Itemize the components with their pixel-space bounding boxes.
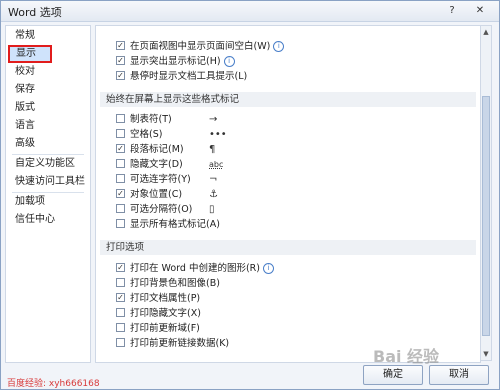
checkbox[interactable] — [116, 278, 125, 287]
option-label: 隐藏文字(D) — [130, 159, 183, 170]
option-label: 对象位置(C) — [130, 189, 183, 200]
sidebar-item-general[interactable]: 常规 — [6, 28, 90, 44]
window-title: Word 选项 — [8, 6, 62, 19]
checkbox[interactable]: ✓ — [116, 71, 125, 80]
option-label: 空格(S) — [130, 129, 163, 140]
option-label: 打印在 Word 中创建的图形(R) — [130, 263, 260, 274]
close-button[interactable]: ✕ — [469, 3, 491, 18]
info-icon: i — [262, 263, 274, 274]
checkbox[interactable] — [116, 129, 125, 138]
checkbox[interactable]: ✓ — [116, 56, 125, 65]
option-label: 悬停时显示文档工具提示(L) — [130, 71, 248, 82]
anchor-icon: ⚓ — [209, 189, 218, 200]
sidebar-item-proofing[interactable]: 校对 — [6, 64, 90, 80]
optional-break-mark-icon: ▯ — [209, 204, 215, 215]
watermark-text: 百度经验: xyh666168 — [7, 379, 100, 389]
sidebar-item-layout[interactable]: 版式 — [6, 100, 90, 116]
space-mark-icon: ••• — [209, 129, 227, 140]
option-label: 打印前更新域(F) — [130, 323, 200, 334]
checkbox[interactable] — [116, 114, 125, 123]
option-label: 段落标记(M) — [130, 144, 184, 155]
option-label: 打印隐藏文字(X) — [130, 308, 201, 319]
scrollbar-thumb[interactable] — [482, 96, 490, 336]
optional-hyphen-mark-icon: ¬ — [209, 174, 218, 185]
sidebar-item-save[interactable]: 保存 — [6, 82, 90, 98]
display-options-panel: ✓ 在页面视图中显示页面间空白(W) i ✓ 显示突出显示标记(H) i ✓ 悬停时… — [95, 25, 481, 363]
option-label: 可选分隔符(O) — [130, 204, 193, 215]
sidebar-item-customize-ribbon[interactable]: 自定义功能区 — [6, 156, 90, 172]
sidebar-divider — [12, 192, 84, 193]
checkbox[interactable] — [116, 219, 125, 228]
checkbox[interactable] — [116, 159, 125, 168]
checkbox[interactable]: ✓ — [116, 189, 125, 198]
paragraph-mark-icon: ¶ — [209, 144, 216, 155]
sidebar-item-trust-center[interactable]: 信任中心 — [6, 212, 90, 228]
info-icon: i — [273, 41, 285, 52]
sidebar-item-quick-access-toolbar[interactable]: 快速访问工具栏 — [6, 174, 90, 190]
checkbox[interactable] — [116, 174, 125, 183]
vertical-scrollbar[interactable]: ▲ ▼ — [480, 25, 492, 361]
checkbox[interactable] — [116, 204, 125, 213]
checkbox[interactable]: ✓ — [116, 41, 125, 50]
option-label: 打印背景色和图像(B) — [130, 278, 220, 289]
ok-button[interactable]: 确定 — [363, 365, 423, 385]
sidebar-item-advanced[interactable]: 高级 — [6, 136, 90, 152]
scroll-down-arrow-icon[interactable]: ▼ — [481, 348, 491, 360]
option-label: 打印前更新链接数据(K) — [130, 338, 230, 349]
checkbox[interactable]: ✓ — [116, 293, 125, 302]
title-bar: Word 选项 ? ✕ — [1, 1, 499, 22]
section-header-formatting-marks: 始终在屏幕上显示这些格式标记 — [100, 92, 476, 107]
sidebar-item-language[interactable]: 语言 — [6, 118, 90, 134]
checkbox[interactable]: ✓ — [116, 144, 125, 153]
checkbox[interactable] — [116, 323, 125, 332]
section-header-print-options: 打印选项 — [100, 240, 476, 255]
option-label: 制表符(T) — [130, 114, 172, 125]
sidebar-item-add-ins[interactable]: 加载项 — [6, 194, 90, 210]
scroll-up-arrow-icon[interactable]: ▲ — [481, 26, 491, 38]
help-button[interactable]: ? — [441, 3, 463, 18]
hidden-text-mark-icon: abc — [209, 160, 224, 169]
checkbox[interactable] — [116, 338, 125, 347]
cancel-button[interactable]: 取消 — [429, 365, 489, 385]
option-label: 打印文档属性(P) — [130, 293, 201, 304]
info-icon: i — [223, 56, 235, 67]
option-label: 可选连字符(Y) — [130, 174, 191, 185]
option-label: 显示突出显示标记(H) — [130, 56, 221, 67]
checkbox[interactable]: ✓ — [116, 263, 125, 272]
option-label: 在页面视图中显示页面间空白(W) — [130, 41, 271, 52]
checkbox[interactable] — [116, 308, 125, 317]
word-options-window: Word 选项 ? ✕ 常规 显示 校对 保存 版式 语言 高级 自定义功能区 … — [0, 0, 500, 390]
sidebar-divider — [12, 154, 84, 155]
tab-mark-icon: → — [209, 114, 218, 125]
watermark-logo: Bai 经验 — [373, 347, 440, 366]
option-label: 显示所有格式标记(A) — [130, 219, 220, 230]
options-sidebar: 常规 显示 校对 保存 版式 语言 高级 自定义功能区 快速访问工具栏 加载项 … — [5, 25, 91, 363]
sidebar-item-display[interactable]: 显示 — [8, 45, 52, 63]
